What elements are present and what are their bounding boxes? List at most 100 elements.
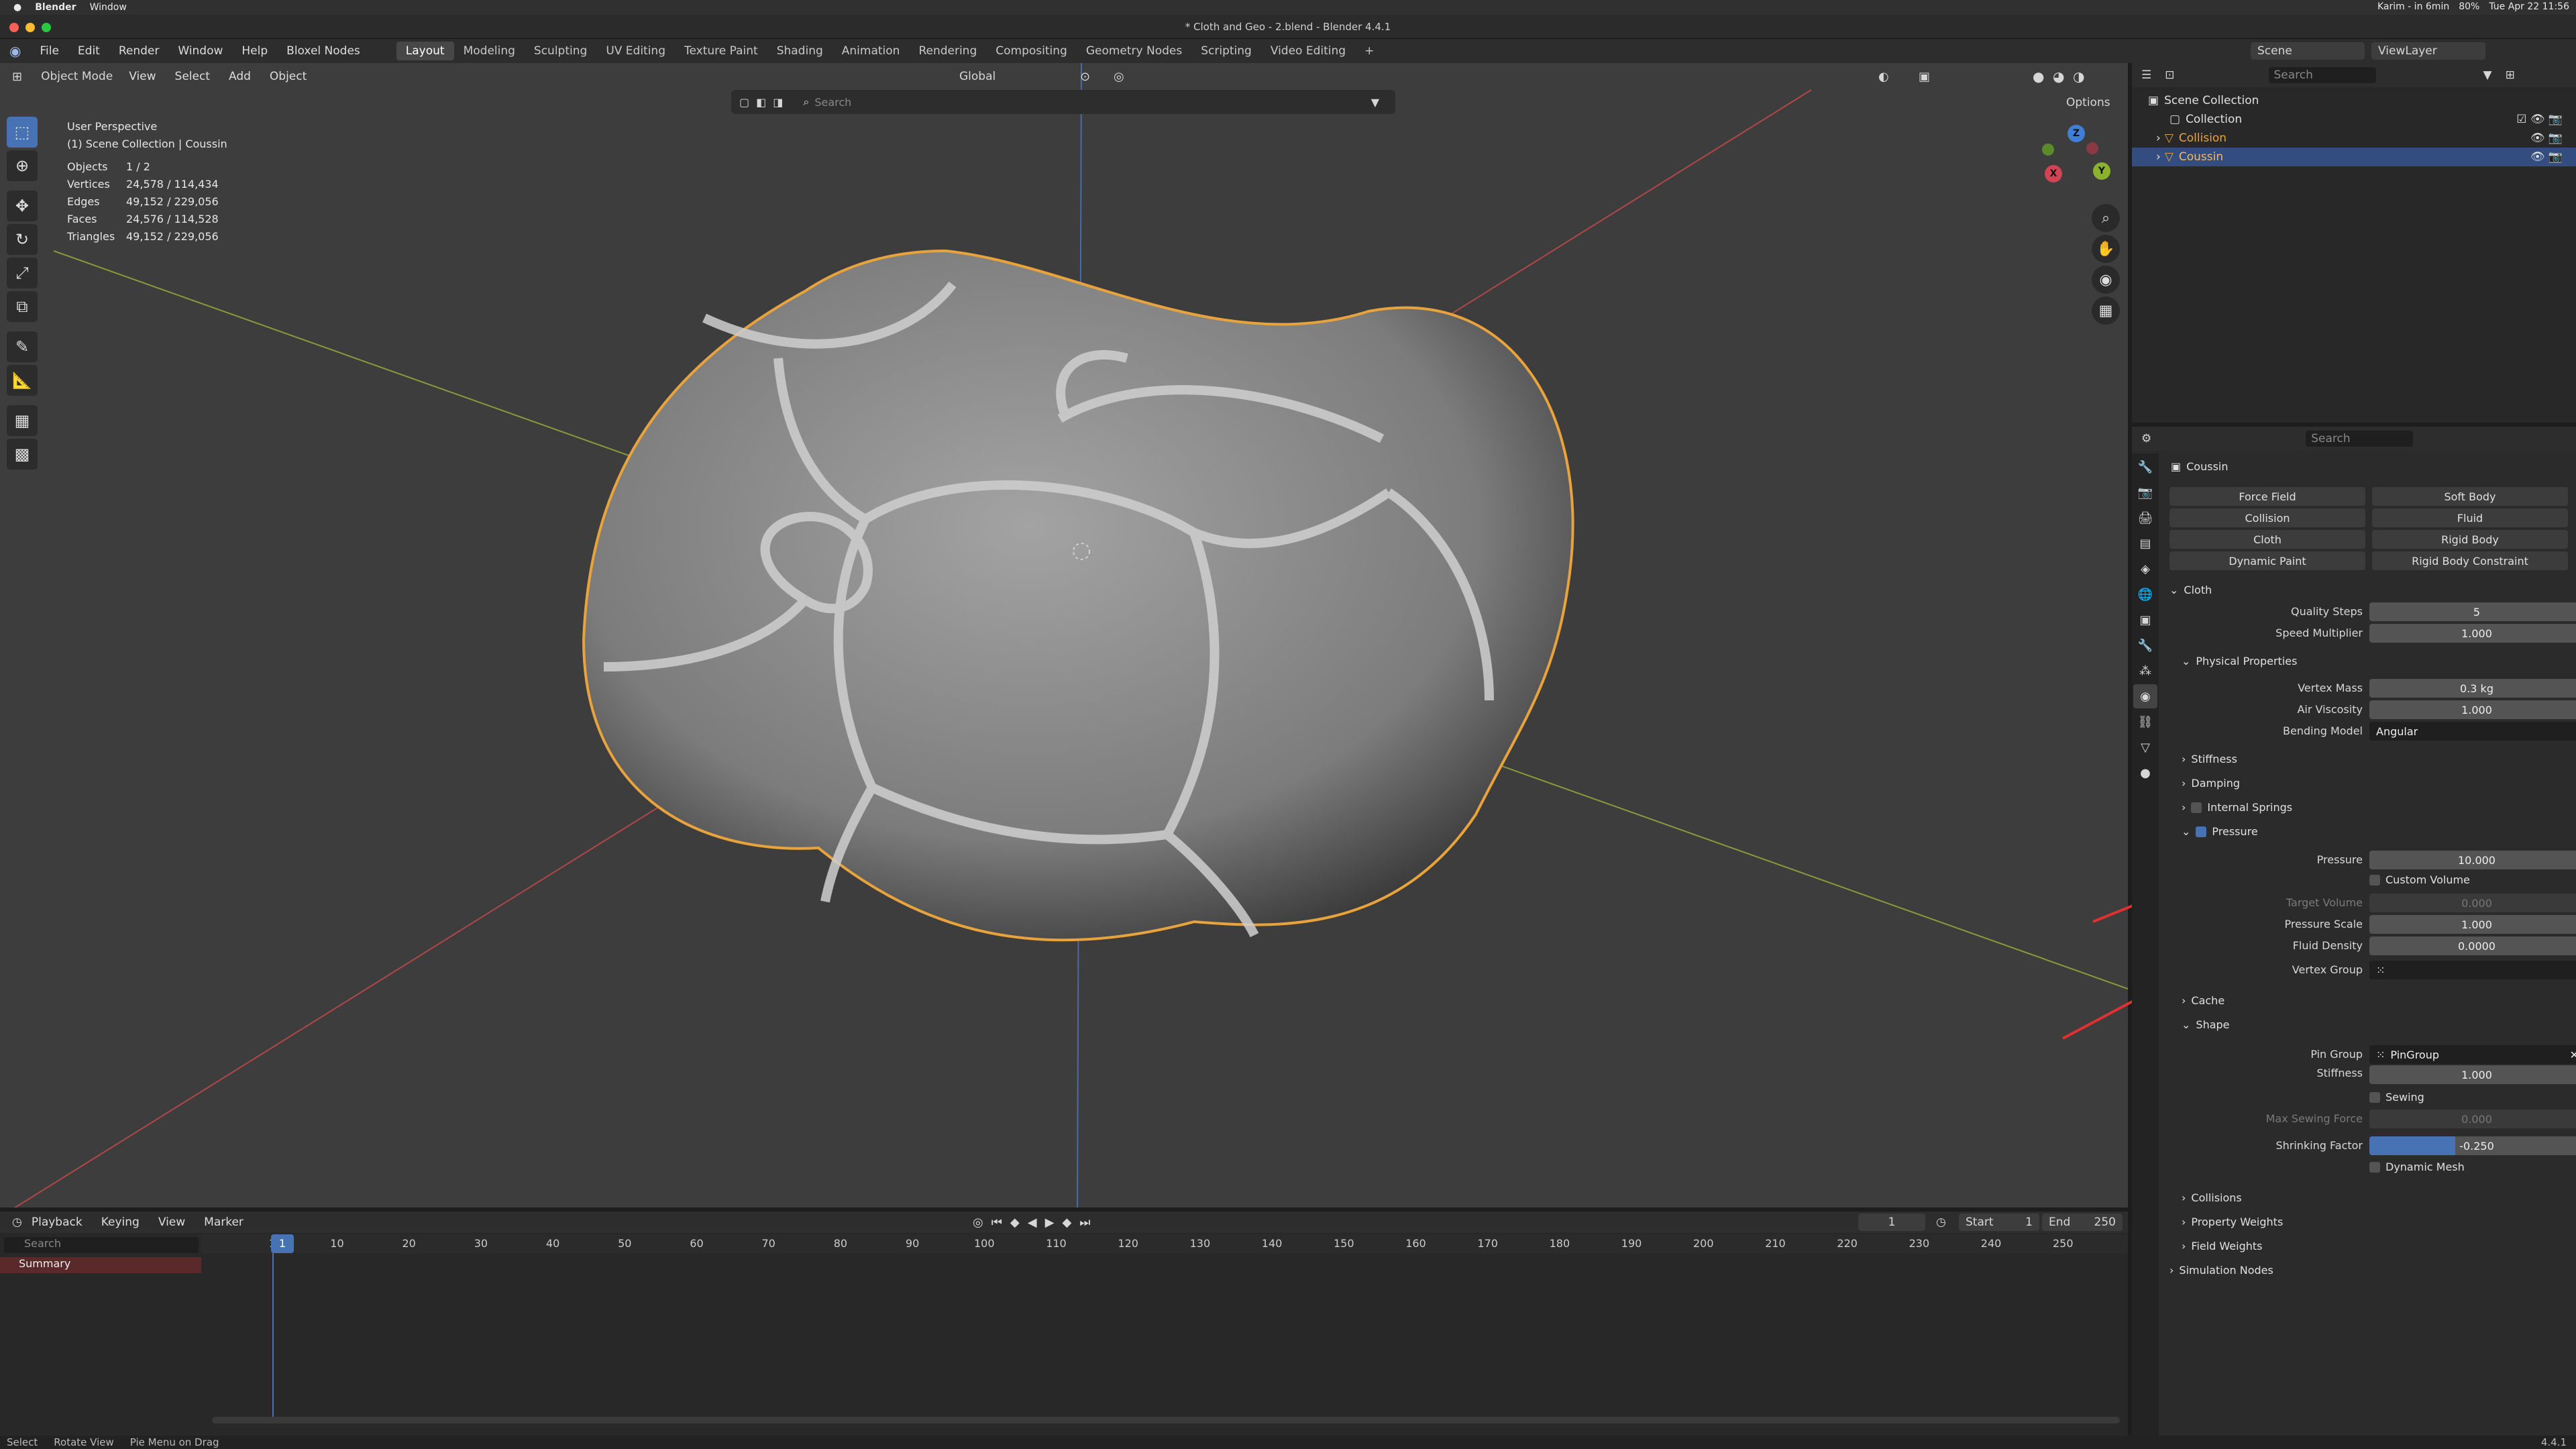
battery-status[interactable]: 80%	[2459, 1, 2479, 12]
menubar-window[interactable]: Window	[90, 2, 127, 13]
properties-editor-icon[interactable]: ⚙	[2141, 432, 2151, 445]
sewing-row[interactable]: Sewing	[2369, 1091, 2424, 1104]
pressure-section-header[interactable]: ⌄ Pressure	[2182, 825, 2258, 838]
add-object-tool[interactable]: ▩	[7, 439, 38, 470]
cloth-button[interactable]: Cloth	[2169, 530, 2365, 549]
next-keyframe-icon[interactable]: ◆	[1062, 1216, 1071, 1230]
expand-chevron-icon[interactable]: ›	[2156, 150, 2161, 164]
gizmo-x-axis[interactable]: X	[2045, 165, 2062, 182]
fluid-button[interactable]: Fluid	[2372, 508, 2568, 527]
properties-search-input[interactable]: Search	[2306, 431, 2414, 447]
tab-shading[interactable]: Shading	[767, 42, 833, 60]
tab-texture-paint[interactable]: Texture Paint	[675, 42, 767, 60]
menu-edit[interactable]: Edit	[68, 44, 109, 58]
vertex-group-field[interactable]: ⁙	[2369, 961, 2576, 979]
menubar-app-name[interactable]: Blender	[35, 2, 76, 13]
timeline-editor-icon[interactable]: ◷	[12, 1216, 22, 1229]
viewport-menu-view[interactable]: View	[119, 70, 165, 83]
force-field-button[interactable]: Force Field	[2169, 487, 2365, 506]
particles-tab-icon[interactable]: ⁂	[2133, 659, 2157, 683]
air-viscosity-field[interactable]: 1.000	[2369, 700, 2576, 719]
tab-uv-editing[interactable]: UV Editing	[596, 42, 675, 60]
measure-tool[interactable]: 📐	[7, 365, 38, 396]
ortho-grid-icon[interactable]: ▦	[2092, 297, 2120, 325]
property-weights-section-header[interactable]: › Property Weights	[2182, 1216, 2283, 1228]
menu-file[interactable]: File	[30, 44, 68, 58]
gizmo-z-axis[interactable]: Z	[2068, 125, 2085, 142]
end-frame-field[interactable]: End 250	[2042, 1214, 2123, 1231]
pressure-scale-field[interactable]: 1.000	[2369, 915, 2576, 934]
speed-multiplier-field[interactable]: 1.000	[2369, 624, 2576, 643]
outliner-filter-icon[interactable]: ▼	[2483, 68, 2492, 82]
tab-animation[interactable]: Animation	[833, 42, 910, 60]
horizontal-scrollbar[interactable]	[212, 1417, 2120, 1424]
editor-type-icon[interactable]: ⊞	[12, 70, 22, 84]
calendar-status[interactable]: Karim - in 6min	[2377, 1, 2449, 12]
snap-icon[interactable]: ⊙	[1080, 70, 1090, 84]
tab-compositing[interactable]: Compositing	[986, 42, 1077, 60]
outliner-search-input[interactable]: Search	[2268, 67, 2376, 83]
select-extend-icon[interactable]: ◨	[773, 96, 783, 109]
pressure-checkbox[interactable]	[2196, 826, 2207, 837]
max-sewing-force-field[interactable]: 0.000	[2369, 1110, 2576, 1128]
pan-hand-icon[interactable]: ✋	[2092, 235, 2120, 263]
gizmo-neg-x[interactable]	[2086, 142, 2098, 154]
cursor-tool[interactable]: ⊕	[7, 150, 38, 181]
scene-selector[interactable]: Scene	[2251, 42, 2365, 60]
modifier-tab-icon[interactable]: 🔧	[2133, 633, 2157, 657]
physics-tab-icon[interactable]: ◉	[2133, 684, 2157, 708]
tool-tab-icon[interactable]: 🔧	[2133, 455, 2157, 479]
tab-geometry-nodes[interactable]: Geometry Nodes	[1077, 42, 1191, 60]
display-mode-icon[interactable]: ⊡	[2165, 68, 2174, 82]
move-tool[interactable]: ✥	[7, 191, 38, 221]
timeline-menu-playback[interactable]: Playback	[22, 1216, 92, 1229]
outliner-scene-collection[interactable]: ▣ Scene Collection	[2132, 91, 2576, 110]
object-mode-dropdown[interactable]: Object Mode	[34, 68, 120, 85]
soft-body-button[interactable]: Soft Body	[2372, 487, 2568, 506]
timeline-search-input[interactable]: Search	[4, 1237, 199, 1253]
visibility-icon[interactable]: 👁 📷	[2530, 150, 2563, 164]
cloth-panel-header[interactable]: ⌄ Cloth	[2169, 584, 2212, 596]
shrinking-factor-slider[interactable]: -0.250	[2369, 1136, 2576, 1155]
select-mode-icon[interactable]: ◧	[756, 96, 766, 109]
transform-tool[interactable]: ⧉	[7, 291, 38, 322]
tab-video-editing[interactable]: Video Editing	[1261, 42, 1355, 60]
playhead-line[interactable]	[272, 1253, 274, 1421]
summary-channel[interactable]: Summary	[0, 1257, 201, 1273]
select-box-icon[interactable]: ▢	[739, 96, 749, 109]
world-tab-icon[interactable]: 🌐	[2133, 582, 2157, 606]
view-layer-tab-icon[interactable]: ▤	[2133, 531, 2157, 555]
outliner-item-coussin[interactable]: › ▽ Coussin 👁 📷	[2132, 148, 2576, 166]
record-icon[interactable]: ◎	[973, 1216, 983, 1230]
shading-material-icon[interactable]: ◕	[2053, 68, 2064, 85]
menu-render[interactable]: Render	[109, 44, 169, 58]
viewport-search-input[interactable]: Search	[814, 96, 851, 109]
tab-modeling[interactable]: Modeling	[454, 42, 525, 60]
overlays-icon[interactable]: ◐	[1878, 70, 1889, 84]
tab-scripting[interactable]: Scripting	[1191, 42, 1261, 60]
prev-keyframe-icon[interactable]: ◆	[1010, 1216, 1020, 1230]
proportional-editing-icon[interactable]: ◎	[1114, 70, 1124, 84]
camera-view-icon[interactable]: ◉	[2092, 266, 2120, 294]
gizmo-y-axis[interactable]: Y	[2093, 162, 2110, 180]
viewport-menu-object[interactable]: Object	[260, 70, 316, 83]
outliner-editor-icon[interactable]: ☰	[2141, 68, 2151, 82]
timeline-menu-marker[interactable]: Marker	[195, 1216, 253, 1229]
dynamic-paint-button[interactable]: Dynamic Paint	[2169, 551, 2365, 570]
constraints-tab-icon[interactable]: ⛓	[2133, 710, 2157, 734]
damping-section-header[interactable]: › Damping	[2182, 777, 2240, 790]
tab-rendering[interactable]: Rendering	[909, 42, 986, 60]
timeline-menu-keying[interactable]: Keying	[92, 1216, 149, 1229]
fluid-density-field[interactable]: 0.0000	[2369, 936, 2576, 955]
stiffness-section-header[interactable]: › Stiffness	[2182, 753, 2237, 765]
timeline-menu-view[interactable]: View	[149, 1216, 195, 1229]
collision-button[interactable]: Collision	[2169, 508, 2365, 527]
viewport-menu-select[interactable]: Select	[166, 70, 219, 83]
transform-orientation-dropdown[interactable]: Global	[953, 68, 1003, 85]
jump-start-icon[interactable]: ⏮	[991, 1216, 1002, 1230]
blender-logo-icon[interactable]: ◉	[0, 43, 30, 59]
quality-steps-field[interactable]: 5	[2369, 602, 2576, 621]
shading-solid-icon[interactable]: ●	[2033, 68, 2044, 85]
simulation-nodes-panel-header[interactable]: › Simulation Nodes	[2169, 1264, 2273, 1277]
internal-springs-checkbox[interactable]	[2191, 802, 2202, 813]
